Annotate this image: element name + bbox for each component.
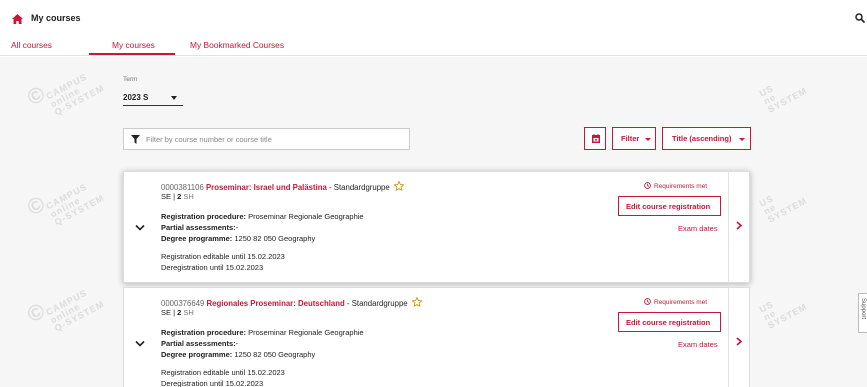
course-group: - Standardgruppe [329, 183, 390, 192]
course-filter-input[interactable]: Filter by course number or course title [123, 128, 410, 150]
tab-all-courses[interactable]: All courses [11, 40, 52, 50]
course-number: 0000381106 [161, 183, 204, 192]
semester-hours-unit: SH [183, 308, 194, 317]
sort-button[interactable]: Title (ascending) [662, 127, 751, 150]
course-header: 0000381106 Proseminar: Israel und Paläst… [161, 181, 404, 192]
support-label: Support [860, 298, 866, 320]
campus-watermark-text: US ne SYSTEM [757, 192, 809, 225]
edit-course-registration-button[interactable]: Edit course registration [618, 196, 721, 216]
calendar-button[interactable] [584, 127, 606, 150]
filter-button-label: Filter [621, 134, 640, 143]
requirements-status: Requirements met [644, 182, 707, 190]
course-number: 0000376649 [161, 299, 205, 308]
registration-editable: Registration editable until 15.02.2023 [161, 368, 285, 377]
deregistration-deadline: Deregistration until 15.02.2023 [161, 263, 264, 272]
registration-procedure: Registration procedure: Proseminar Regio… [161, 212, 364, 221]
term-label: Term [123, 76, 138, 83]
top-bar: My courses All courses My courses My Boo… [0, 0, 867, 56]
course-detail-arrow[interactable] [728, 172, 750, 282]
funnel-icon [131, 135, 140, 144]
home-icon[interactable] [12, 14, 23, 24]
semester-hours: 2 [177, 308, 182, 317]
partial-assessments: Partial assessments:- [161, 339, 239, 348]
semester-hours-unit: SH [183, 192, 194, 201]
course-header: 0000376649 Regionales Proseminar: Deutsc… [161, 297, 422, 308]
caret-down-icon [645, 138, 651, 141]
clock-icon [644, 298, 651, 305]
deregistration-deadline: Deregistration until 15.02.2023 [161, 379, 264, 387]
exam-dates-link[interactable]: Exam dates [678, 224, 718, 233]
requirements-status: Requirements met [644, 298, 707, 306]
filter-placeholder: Filter by course number or course title [146, 135, 272, 144]
course-group: - Standardgruppe [346, 299, 408, 308]
course-title-link[interactable]: Proseminar: Israel und Palästina [206, 183, 327, 192]
active-tab-indicator [89, 53, 175, 55]
term-select[interactable]: 2023 S [123, 92, 183, 106]
course-detail-arrow[interactable] [728, 288, 750, 387]
tab-my-courses[interactable]: My courses [112, 40, 155, 50]
chevron-down-icon[interactable] [135, 340, 145, 348]
course-type: SE [161, 308, 172, 317]
star-icon[interactable] [411, 297, 422, 307]
sort-button-label: Title (ascending) [672, 134, 732, 143]
campus-watermark-logo: © [22, 297, 49, 328]
page-title: My courses [31, 13, 81, 23]
registration-procedure: Registration procedure: Proseminar Regio… [161, 328, 364, 337]
star-icon[interactable] [393, 181, 404, 191]
campus-watermark-logo: © [22, 190, 49, 221]
main-content: © CAMPUS online Q-SYSTEM © CAMPUS online Q-S… [0, 57, 867, 387]
search-icon[interactable] [855, 13, 865, 23]
course-type: SE [161, 192, 172, 201]
support-tab[interactable]: Support [858, 293, 867, 333]
partial-assessments: Partial assessments:- [161, 223, 239, 232]
chevron-right-icon [736, 337, 742, 346]
course-card: 0000376649 Regionales Proseminar: Deutsc… [123, 287, 750, 387]
caret-down-icon [171, 96, 177, 100]
campus-watermark-text: US ne SYSTEM [757, 82, 809, 115]
campus-watermark-text: CAMPUS online Q-SYSTEM [44, 181, 107, 228]
edit-course-registration-button[interactable]: Edit course registration [618, 312, 721, 332]
chevron-down-icon[interactable] [135, 224, 145, 232]
course-title-link[interactable]: Regionales Proseminar: Deutschland [207, 299, 345, 308]
degree-programme: Degree programme: 1250 82 050 Geography [161, 350, 316, 359]
course-meta: SE | 2 SH [161, 192, 194, 201]
campus-watermark-text: CAMPUS online Q-SYSTEM [44, 287, 107, 334]
chevron-right-icon [736, 221, 742, 230]
registration-editable: Registration editable until 15.02.2023 [161, 252, 285, 261]
semester-hours: 2 [177, 192, 182, 201]
degree-programme: Degree programme: 1250 82 050 Geography [161, 234, 316, 243]
clock-icon [644, 182, 651, 189]
term-value: 2023 S [123, 93, 149, 102]
campus-watermark-logo: © [22, 80, 49, 111]
exam-dates-link[interactable]: Exam dates [678, 340, 718, 349]
course-card: 0000381106 Proseminar: Israel und Paläst… [123, 171, 750, 283]
caret-down-icon [739, 138, 745, 141]
filter-button[interactable]: Filter [612, 127, 656, 150]
tab-bookmarked-courses[interactable]: My Bookmarked Courses [190, 40, 284, 50]
course-meta: SE | 2 SH [161, 308, 194, 317]
calendar-icon [592, 134, 600, 143]
campus-watermark-text: CAMPUS online Q-SYSTEM [44, 71, 107, 118]
campus-watermark-text: US ne SYSTEM [757, 298, 809, 331]
